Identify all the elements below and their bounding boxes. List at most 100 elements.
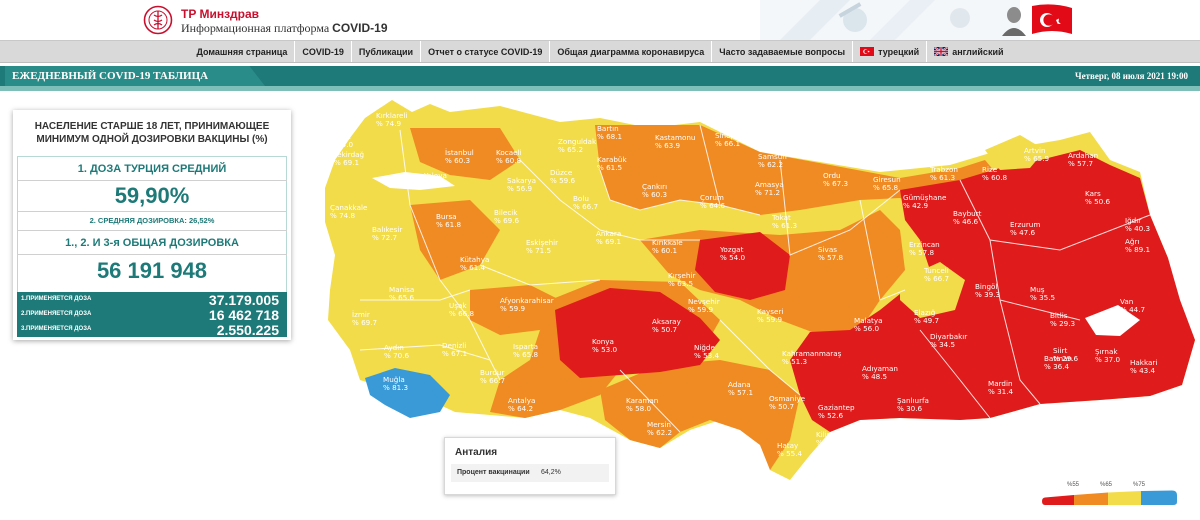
province-value: % 59.6 xyxy=(550,176,576,185)
province-value: % 59.9 xyxy=(688,305,714,314)
province-value: % 63.5 xyxy=(668,279,693,288)
divider xyxy=(17,230,287,231)
header-decoration-icon xyxy=(760,0,1020,40)
nav-status-report-label: Отчет о статусе COVID-19 xyxy=(428,46,543,57)
nav-home[interactable]: Домашняя страница xyxy=(189,41,296,62)
province-value: % 60.8 xyxy=(496,156,522,165)
dose-row-3: 3.ПРИМЕНЯЕТСЯ ДОЗА 2.550.225 xyxy=(17,322,287,338)
province-value: % 57.8 xyxy=(909,248,935,257)
province-value: % 74.9 xyxy=(376,119,402,128)
province-value: % 50.7 xyxy=(769,402,794,411)
province-value: % 50.7 xyxy=(652,325,677,334)
legend-swatch-red xyxy=(1042,495,1074,505)
tooltip-row: Процент вакцинации 64,2% xyxy=(451,464,609,482)
province-value: % 62.2 xyxy=(758,160,783,169)
nav-faq[interactable]: Часто задаваемые вопросы xyxy=(712,41,854,62)
nav-publications[interactable]: Публикации xyxy=(352,41,422,62)
legend-swatch-orange xyxy=(1074,492,1108,505)
province-tooltip: Анталия Процент вакцинации 64,2% xyxy=(444,437,616,495)
province-value: % 89.1 xyxy=(1125,245,1150,254)
province-value: % 65.2 xyxy=(558,145,583,154)
legend-label-55: %55 xyxy=(1067,482,1080,488)
divider xyxy=(17,254,287,255)
province-value: % 53.0 xyxy=(592,345,618,354)
brand-line-1[interactable]: TP Минздрав xyxy=(181,7,259,21)
dose-row-1-value: 37.179.005 xyxy=(208,292,279,308)
province-value: % 72.7 xyxy=(372,233,397,242)
nav-home-label: Домашняя страница xyxy=(196,46,288,57)
province-value: % 67.3 xyxy=(823,179,848,188)
nav-lang-english-label: английский xyxy=(952,46,1004,57)
total-dose-value: 56 191 948 xyxy=(96,258,208,283)
main-nav: Домашняя страница COVID-19 Публикации От… xyxy=(0,40,1200,63)
province-value: % 64.2 xyxy=(508,404,533,413)
province-value: % 58.0 xyxy=(626,404,652,413)
province-value: % 55.4 xyxy=(777,449,803,458)
uk-flag-icon xyxy=(934,47,949,56)
panel-heading: НАСЕЛЕНИЕ СТАРШЕ 18 ЛЕТ, ПРИНИМАЮЩЕЕ МИН… xyxy=(34,121,270,145)
dose-row-1: 1.ПРИМЕНЯЕТСЯ ДОЗА 37.179.005 xyxy=(17,292,287,308)
province-value: % 65.8 xyxy=(513,350,539,359)
province-value: % 59.9 xyxy=(500,304,526,313)
province-value: % 52.6 xyxy=(818,411,844,420)
nav-status-report[interactable]: Отчет о статусе COVID-19 xyxy=(421,41,551,62)
province-value: % 29.3 xyxy=(1050,319,1075,328)
tooltip-title: Анталия xyxy=(455,447,498,458)
province-value: % 60.8 xyxy=(982,173,1008,182)
province-value: % 69.7 xyxy=(352,318,377,327)
total-dose-label: 1., 2. И 3-я ОБЩАЯ ДОЗИРОВКА xyxy=(65,237,239,249)
province-value: % 60.3 xyxy=(642,190,667,199)
dose-row-2: 2.ПРИМЕНЯЕТСЯ ДОЗА 16 462 718 xyxy=(17,307,287,323)
site-header: TP Минздрав Информационная платформа COV… xyxy=(0,0,1200,40)
province-value: % 69.1 xyxy=(334,158,359,167)
province-value: % 57.8 xyxy=(818,253,844,262)
province-value: % 35.5 xyxy=(1030,293,1055,302)
province-value: % 49.7 xyxy=(914,316,939,325)
province-value: % 42.9 xyxy=(903,201,929,210)
province-value: % 67.3 xyxy=(424,179,449,188)
tooltip-value: 64,2% xyxy=(541,469,561,476)
dose1-value: 59,90% xyxy=(114,183,190,208)
divider xyxy=(17,180,287,181)
nav-covid[interactable]: COVID-19 xyxy=(295,41,352,62)
province-value: % 66.8 xyxy=(449,309,475,318)
province-value: % 65.9 xyxy=(1024,154,1050,163)
province-value: % 59.9 xyxy=(757,315,783,324)
vaccination-summary-panel: НАСЕЛЕНИЕ СТАРШЕ 18 ЛЕТ, ПРИНИМАЮЩЕЕ МИН… xyxy=(13,110,291,340)
brand-line-2-bold: COVID-19 xyxy=(332,21,388,35)
legend-label-75: %75 xyxy=(1133,482,1146,488)
province-value: % 66.7 xyxy=(573,202,598,211)
province-value: % 57.1 xyxy=(728,388,753,397)
province-value: % 74.0 xyxy=(328,140,354,149)
province-value: % 68.1 xyxy=(597,132,622,141)
brand-line-2-text: Информационная платформа xyxy=(181,21,333,35)
province-value: % 66.7 xyxy=(924,274,949,283)
province-value: % 71.2 xyxy=(755,188,780,197)
province-value: % 46.6 xyxy=(953,217,979,226)
turkey-vaccination-map[interactable]: Kırklareli% 74.9Edirne% 74.0Tekirdağ% 69… xyxy=(300,92,1200,512)
nav-lang-english[interactable]: английский xyxy=(927,41,1010,62)
province-value: % 56.5 xyxy=(816,438,841,447)
report-date: Четверг, 08 июля 2021 19:00 xyxy=(1075,71,1188,81)
province-value: % 70.6 xyxy=(384,351,410,360)
province-value: % 61.3 xyxy=(772,221,797,230)
dose-row-2-label: 2.ПРИМЕНЯЕТСЯ ДОЗА xyxy=(21,311,92,317)
turkish-flag-icon xyxy=(860,47,875,56)
province-value: % 56.9 xyxy=(507,184,533,193)
ministry-logo-icon[interactable] xyxy=(143,5,173,35)
province-value: % 61.3 xyxy=(930,173,955,182)
province-value: % 53.4 xyxy=(694,351,720,360)
nav-general-chart[interactable]: Общая диаграмма коронавируса xyxy=(550,41,713,62)
nav-lang-turkish[interactable]: турецкий xyxy=(853,41,928,62)
brand-line-2[interactable]: Информационная платформа COVID-19 xyxy=(181,21,388,36)
map-legend: %55 %65 %75 xyxy=(1040,482,1180,508)
province-value: % 61.5 xyxy=(597,163,622,172)
province-value: % 60.1 xyxy=(652,246,677,255)
province-value: % 71.5 xyxy=(526,246,551,255)
province-value: % 36.4 xyxy=(1044,362,1070,371)
province-value: % 69.6 xyxy=(494,216,520,225)
province-value: % 65.6 xyxy=(389,293,415,302)
province-value: % 54.0 xyxy=(720,253,746,262)
province-value: % 67.1 xyxy=(442,349,467,358)
province-value: % 51.3 xyxy=(782,357,807,366)
